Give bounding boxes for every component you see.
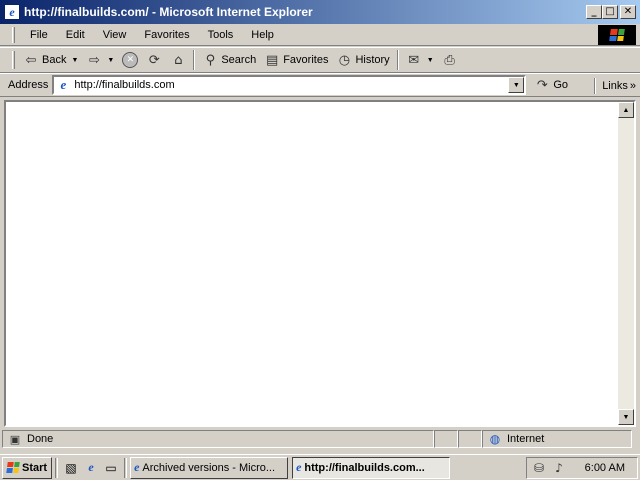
quicklaunch-office-icon[interactable]: ▧ xyxy=(61,458,81,478)
forward-button[interactable]: ⇨ ▼ xyxy=(82,49,118,71)
search-label: Search xyxy=(221,54,257,66)
menu-favorites[interactable]: Favorites xyxy=(135,29,198,41)
status-zone-panel: ◍ Internet xyxy=(482,430,632,448)
home-button[interactable]: ⌂ xyxy=(166,49,190,71)
page-content-area[interactable]: ▲ ▼ xyxy=(4,100,636,427)
address-bar: Address e ▼ ↷ Go Links » xyxy=(0,73,640,97)
close-button[interactable]: ✕ xyxy=(620,5,636,19)
vertical-scrollbar[interactable]: ▲ ▼ xyxy=(618,102,634,425)
forward-dropdown-icon[interactable]: ▼ xyxy=(107,57,114,64)
globe-icon: ◍ xyxy=(489,432,501,446)
network-icon[interactable]: ⛁ xyxy=(531,460,547,476)
address-input[interactable] xyxy=(74,79,505,91)
menu-bar: File Edit View Favorites Tools Help xyxy=(0,24,640,46)
taskbar: Start ▧ e ▭ e Archived versions - Micro.… xyxy=(0,454,640,480)
zone-text: Internet xyxy=(507,433,545,445)
task-button-finalbuilds[interactable]: e http://finalbuilds.com... xyxy=(292,456,451,479)
links-toolbar[interactable]: Links » xyxy=(594,78,636,94)
go-label: Go xyxy=(553,79,569,91)
back-button[interactable]: ⇦ Back ▼ xyxy=(19,49,82,71)
address-box[interactable]: e ▼ xyxy=(52,75,527,95)
chevron-right-icon[interactable]: » xyxy=(630,80,636,92)
links-separator xyxy=(594,78,597,94)
links-label[interactable]: Links xyxy=(602,80,628,92)
task-ie-icon: e xyxy=(296,460,302,474)
task-ie-icon: e xyxy=(134,460,140,474)
history-icon: ◷ xyxy=(338,52,351,68)
status-text-panel: ▣ Done xyxy=(2,430,434,448)
ie-icon[interactable]: e xyxy=(4,4,20,20)
menu-grip[interactable] xyxy=(12,26,15,43)
page-ie-icon: e xyxy=(60,77,67,92)
favorites-folder-icon: ▤ xyxy=(266,52,279,68)
refresh-icon: ⟳ xyxy=(148,52,160,68)
task-label: http://finalbuilds.com... xyxy=(304,461,425,474)
windows-logo-throbber xyxy=(598,25,636,45)
toolbar-separator xyxy=(193,50,196,70)
taskbar-grip xyxy=(124,457,128,478)
address-dropdown-button[interactable]: ▼ xyxy=(508,77,525,93)
maximize-button[interactable]: □ xyxy=(602,5,618,19)
start-label: Start xyxy=(22,461,48,474)
start-flag-icon xyxy=(6,462,20,473)
favorites-button[interactable]: ▤ Favorites xyxy=(260,49,332,71)
print-button[interactable]: ⎙ xyxy=(438,49,462,71)
task-label: Archived versions - Micro... xyxy=(142,461,276,474)
home-icon: ⌂ xyxy=(174,52,183,68)
mail-button[interactable]: ✉ ▼ xyxy=(402,49,438,71)
go-button[interactable]: ↷ Go xyxy=(534,77,568,93)
menu-view[interactable]: View xyxy=(94,29,136,41)
quicklaunch-show-desktop-icon[interactable]: ▭ xyxy=(101,458,121,478)
menu-tools[interactable]: Tools xyxy=(199,29,243,41)
stop-button[interactable]: ✕ xyxy=(118,49,142,71)
title-bar[interactable]: e http://finalbuilds.com/ - Microsoft In… xyxy=(0,0,640,24)
forward-arrow-icon: ⇨ xyxy=(88,52,100,68)
scroll-down-button[interactable]: ▼ xyxy=(618,409,634,425)
printer-icon: ⎙ xyxy=(444,52,455,68)
standard-toolbar: ⇦ Back ▼ ⇨ ▼ ✕ ⟳ ⌂ ⚲ Search ▤ Favorites … xyxy=(0,47,640,73)
mail-icon: ✉ xyxy=(408,52,420,68)
menu-file[interactable]: File xyxy=(21,29,57,41)
go-arrow-icon: ↷ xyxy=(536,77,548,93)
minimize-button[interactable]: _ xyxy=(586,5,602,19)
taskbar-grip xyxy=(55,457,59,478)
refresh-button[interactable]: ⟳ xyxy=(142,49,166,71)
clock[interactable]: 6:00 AM xyxy=(585,462,633,474)
mail-dropdown-icon[interactable]: ▼ xyxy=(427,57,434,64)
toolbar-grip[interactable] xyxy=(12,51,15,69)
status-text: Done xyxy=(27,433,54,445)
windows-flag-icon xyxy=(609,29,625,41)
system-tray: ⛁ ♪ 6:00 AM xyxy=(526,457,638,479)
status-panel-progress xyxy=(434,430,458,448)
favorites-label: Favorites xyxy=(283,54,329,66)
page-done-icon: ▣ xyxy=(9,432,21,446)
quicklaunch-ie-icon[interactable]: e xyxy=(81,458,101,478)
status-bar: ▣ Done ◍ Internet xyxy=(0,429,640,449)
status-panel-security xyxy=(458,430,482,448)
menu-edit[interactable]: Edit xyxy=(57,29,94,41)
window-title: http://finalbuilds.com/ - Microsoft Inte… xyxy=(24,5,313,19)
volume-icon[interactable]: ♪ xyxy=(551,460,567,476)
toolbar-separator xyxy=(396,50,399,70)
search-button[interactable]: ⚲ Search xyxy=(198,49,260,71)
search-icon: ⚲ xyxy=(205,52,216,68)
menu-help[interactable]: Help xyxy=(242,29,283,41)
window-controls: _ □ ✕ xyxy=(586,5,636,19)
back-label: Back xyxy=(42,54,67,66)
scroll-up-button[interactable]: ▲ xyxy=(618,102,634,118)
back-arrow-icon: ⇦ xyxy=(25,52,37,68)
history-label: History xyxy=(355,54,390,66)
address-label: Address xyxy=(8,79,49,91)
task-button-archived-versions[interactable]: e Archived versions - Micro... xyxy=(130,456,289,479)
stop-icon: ✕ xyxy=(122,52,139,68)
start-button[interactable]: Start xyxy=(2,456,53,479)
history-button[interactable]: ◷ History xyxy=(332,49,393,71)
back-dropdown-icon[interactable]: ▼ xyxy=(71,57,78,64)
